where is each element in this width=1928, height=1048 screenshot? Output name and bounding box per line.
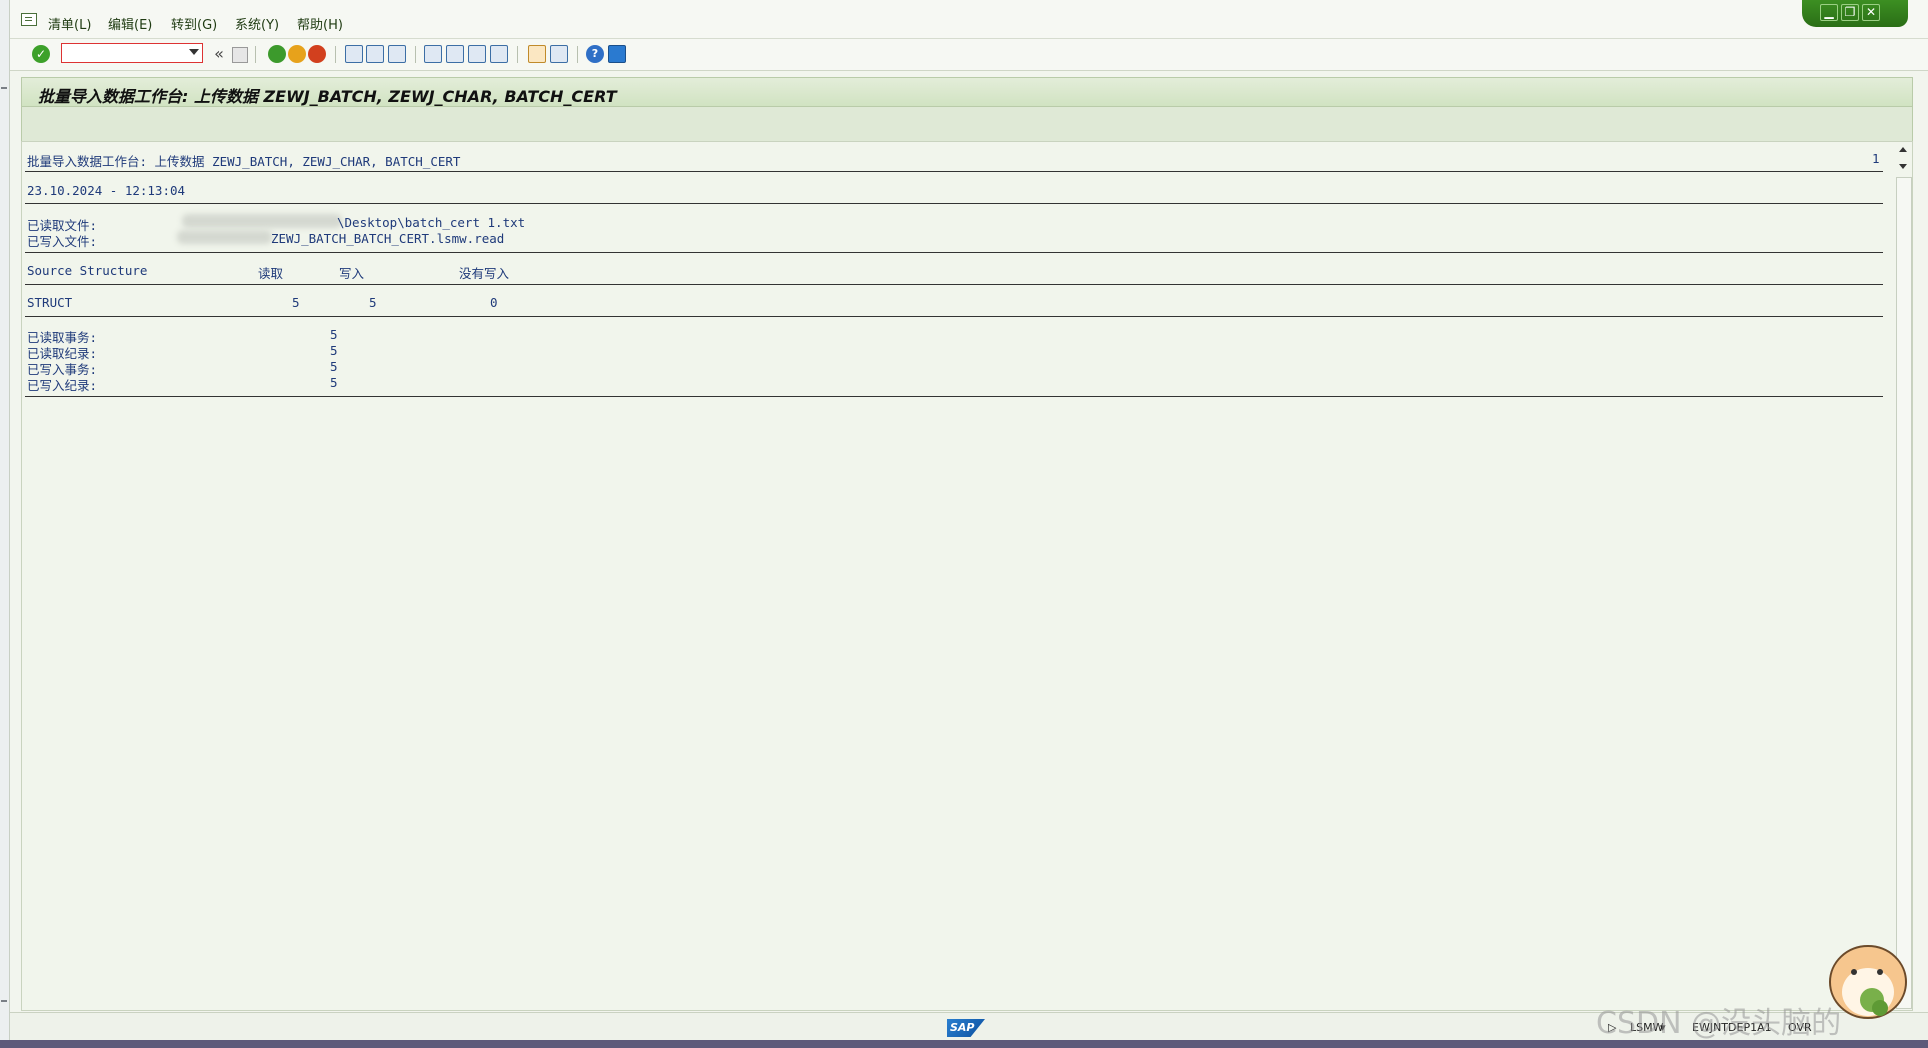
written-file-value: ZEWJ_BATCH_BATCH_CERT.lsmw.read — [271, 231, 505, 246]
standard-toolbar: ✓ « ? — [10, 39, 1928, 71]
divider — [25, 316, 1883, 317]
toolbar-separator — [255, 46, 256, 63]
sap-logo: SAP — [947, 1019, 985, 1037]
find-icon[interactable] — [366, 45, 384, 63]
enter-icon[interactable]: ✓ — [32, 45, 50, 63]
edge-marker — [1, 1000, 7, 1002]
back-icon[interactable] — [268, 45, 286, 63]
divider — [25, 252, 1883, 253]
toolbar-separator — [415, 46, 416, 63]
page-title: 批量导入数据工作台: 上传数据 ZEWJ_BATCH, ZEWJ_CHAR, B… — [38, 87, 617, 106]
next-page-icon[interactable] — [468, 45, 486, 63]
customize-layout-icon[interactable] — [608, 45, 626, 63]
toolbar-separator — [335, 46, 336, 63]
cancel-icon[interactable] — [308, 45, 326, 63]
window-controls: ▁ ❐ ✕ — [1802, 0, 1908, 27]
col-not-written: 没有写入 — [459, 266, 510, 281]
written-file-label: 已写入文件: — [27, 234, 98, 249]
menu-help[interactable]: 帮助(H) — [297, 14, 343, 33]
row-read: 5 — [292, 295, 300, 310]
toolbar-separator — [577, 46, 578, 63]
last-page-icon[interactable] — [490, 45, 508, 63]
exit-icon[interactable] — [288, 45, 306, 63]
redacted-path — [177, 230, 272, 244]
application-toolbar — [21, 107, 1913, 141]
minimize-icon[interactable]: ▁ — [1820, 4, 1838, 21]
menu-list[interactable]: 清单(L) — [48, 14, 91, 33]
row-structure: STRUCT — [27, 295, 73, 310]
redacted-path — [182, 214, 342, 228]
mascot-sticker-icon — [1829, 945, 1907, 1019]
close-icon[interactable]: ✕ — [1862, 4, 1880, 21]
col-read: 读取 — [258, 266, 284, 281]
scrollbar-track[interactable] — [1896, 177, 1912, 1009]
summary-value: 5 — [330, 375, 338, 390]
print-icon[interactable] — [345, 45, 363, 63]
divider — [25, 396, 1883, 397]
first-page-icon[interactable] — [424, 45, 442, 63]
restore-icon[interactable]: ❐ — [1841, 4, 1859, 21]
save-icon[interactable] — [232, 47, 248, 63]
row-not-written: 0 — [490, 295, 498, 310]
divider — [25, 171, 1883, 172]
scroll-down-icon[interactable] — [1899, 164, 1907, 169]
menu-system[interactable]: 系统(Y) — [235, 14, 279, 33]
summary-value: 5 — [330, 359, 338, 374]
command-field[interactable] — [61, 43, 203, 63]
previous-page-icon[interactable] — [446, 45, 464, 63]
vertical-scrollbar[interactable] — [1896, 141, 1912, 1009]
chevron-down-icon[interactable] — [189, 49, 199, 55]
row-written: 5 — [369, 295, 377, 310]
watermark: CSDN @没头脑的 — [1596, 1006, 1842, 1041]
run-datetime: 23.10.2024 - 12:13:04 — [27, 183, 186, 198]
read-file-value: \Desktop\batch_cert 1.txt — [337, 215, 526, 230]
screen-title-bar: 批量导入数据工作台: 上传数据 ZEWJ_BATCH, ZEWJ_CHAR, B… — [21, 77, 1913, 107]
list-output: 批量导入数据工作台: 上传数据 ZEWJ_BATCH, ZEWJ_CHAR, B… — [21, 141, 1913, 1011]
menu-goto[interactable]: 转到(G) — [171, 14, 217, 33]
summary-label: 已写入纪录: — [27, 378, 98, 393]
scroll-up-icon[interactable] — [1899, 147, 1907, 152]
col-written: 写入 — [339, 266, 365, 281]
divider — [25, 203, 1883, 204]
list-header: 批量导入数据工作台: 上传数据 ZEWJ_BATCH, ZEWJ_CHAR, B… — [27, 154, 461, 169]
summary-value: 5 — [330, 343, 338, 358]
left-window-edge — [0, 0, 10, 1048]
summary-value: 5 — [330, 327, 338, 342]
system-menu-icon[interactable] — [21, 13, 37, 26]
page-number: 1 — [1872, 151, 1880, 166]
create-session-icon[interactable] — [528, 45, 546, 63]
generate-shortcut-icon[interactable] — [550, 45, 568, 63]
col-source-structure: Source Structure — [27, 263, 148, 278]
edge-marker — [1, 87, 7, 89]
divider — [25, 284, 1883, 285]
menu-bar: 清单(L) 编辑(E) 转到(G) 系统(Y) 帮助(H) ▁ ❐ ✕ — [10, 0, 1928, 39]
menu-edit[interactable]: 编辑(E) — [108, 14, 152, 33]
find-next-icon[interactable] — [388, 45, 406, 63]
collapse-command-icon[interactable]: « — [210, 45, 228, 63]
help-icon[interactable]: ? — [586, 45, 604, 63]
toolbar-separator — [517, 46, 518, 63]
